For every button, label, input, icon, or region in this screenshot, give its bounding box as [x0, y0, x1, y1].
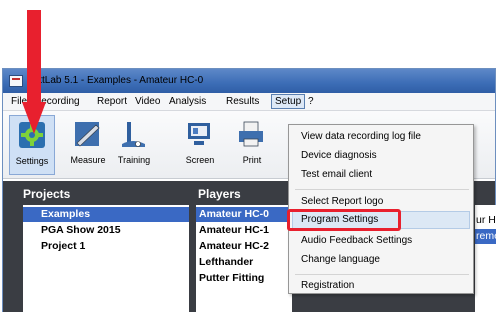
app-logo-icon	[9, 75, 23, 87]
title-bar: PuttLab 5.1 - Examples - Amateur HC-0	[3, 69, 495, 93]
players-list: Amateur HC-0 Amateur HC-1 Amateur HC-2 L…	[196, 205, 292, 312]
session-item[interactable]: reme	[475, 229, 496, 244]
project-item[interactable]: Examples	[23, 207, 189, 222]
screen-icon	[188, 123, 210, 145]
menu-bar: File Recording Report Video Analysis Res…	[3, 93, 495, 111]
menu-item-audio-feedback[interactable]: Audio Feedback Settings	[301, 235, 412, 246]
print-label: Print	[242, 155, 262, 165]
annotation-arrow	[22, 10, 46, 134]
training-icon	[122, 122, 145, 147]
measure-label: Measure	[70, 155, 106, 165]
menu-item-device-diagnosis[interactable]: Device diagnosis	[301, 150, 377, 161]
menu-report[interactable]: Report	[97, 96, 127, 107]
training-label: Training	[117, 155, 151, 165]
window-title: PuttLab 5.1 - Examples - Amateur HC-0	[27, 75, 204, 86]
menu-help[interactable]: ?	[308, 96, 314, 107]
settings-label: Settings	[15, 156, 49, 166]
print-button[interactable]: Print	[229, 115, 275, 175]
measure-icon	[75, 122, 100, 147]
menu-item-change-language[interactable]: Change language	[301, 254, 380, 265]
annotation-highlight-box	[287, 209, 401, 231]
project-item[interactable]: PGA Show 2015	[23, 223, 189, 238]
menu-item-report-logo[interactable]: Select Report logo	[301, 196, 383, 207]
menu-separator	[295, 189, 469, 190]
player-item[interactable]: Amateur HC-0	[196, 207, 292, 222]
project-item[interactable]: Project 1	[23, 239, 189, 254]
player-item[interactable]: Amateur HC-1	[196, 223, 292, 238]
projects-list: Examples PGA Show 2015 Project 1	[23, 205, 189, 312]
print-icon	[239, 121, 263, 147]
menu-item-registration[interactable]: Registration	[301, 280, 354, 291]
menu-separator	[295, 274, 469, 275]
menu-video[interactable]: Video	[135, 96, 160, 107]
player-item[interactable]: Amateur HC-2	[196, 239, 292, 254]
screen-button[interactable]: Screen	[177, 115, 223, 175]
screen-label: Screen	[185, 155, 215, 165]
training-button[interactable]: Training	[111, 115, 157, 175]
measure-button[interactable]: Measure	[65, 115, 111, 175]
player-item[interactable]: Putter Fitting	[196, 271, 292, 286]
players-heading: Players	[198, 187, 241, 201]
projects-heading: Projects	[23, 187, 71, 201]
menu-analysis[interactable]: Analysis	[169, 96, 206, 107]
menu-item-view-log[interactable]: View data recording log file	[301, 131, 421, 142]
menu-setup[interactable]: Setup	[271, 94, 306, 109]
menu-results[interactable]: Results	[226, 96, 259, 107]
player-item[interactable]: Lefthander	[196, 255, 292, 270]
session-item[interactable]: ur HC	[475, 213, 496, 228]
setup-menu: View data recording log file Device diag…	[287, 124, 474, 294]
sessions-list: ur HC reme	[475, 205, 496, 312]
menu-item-test-email[interactable]: Test email client	[301, 169, 372, 180]
